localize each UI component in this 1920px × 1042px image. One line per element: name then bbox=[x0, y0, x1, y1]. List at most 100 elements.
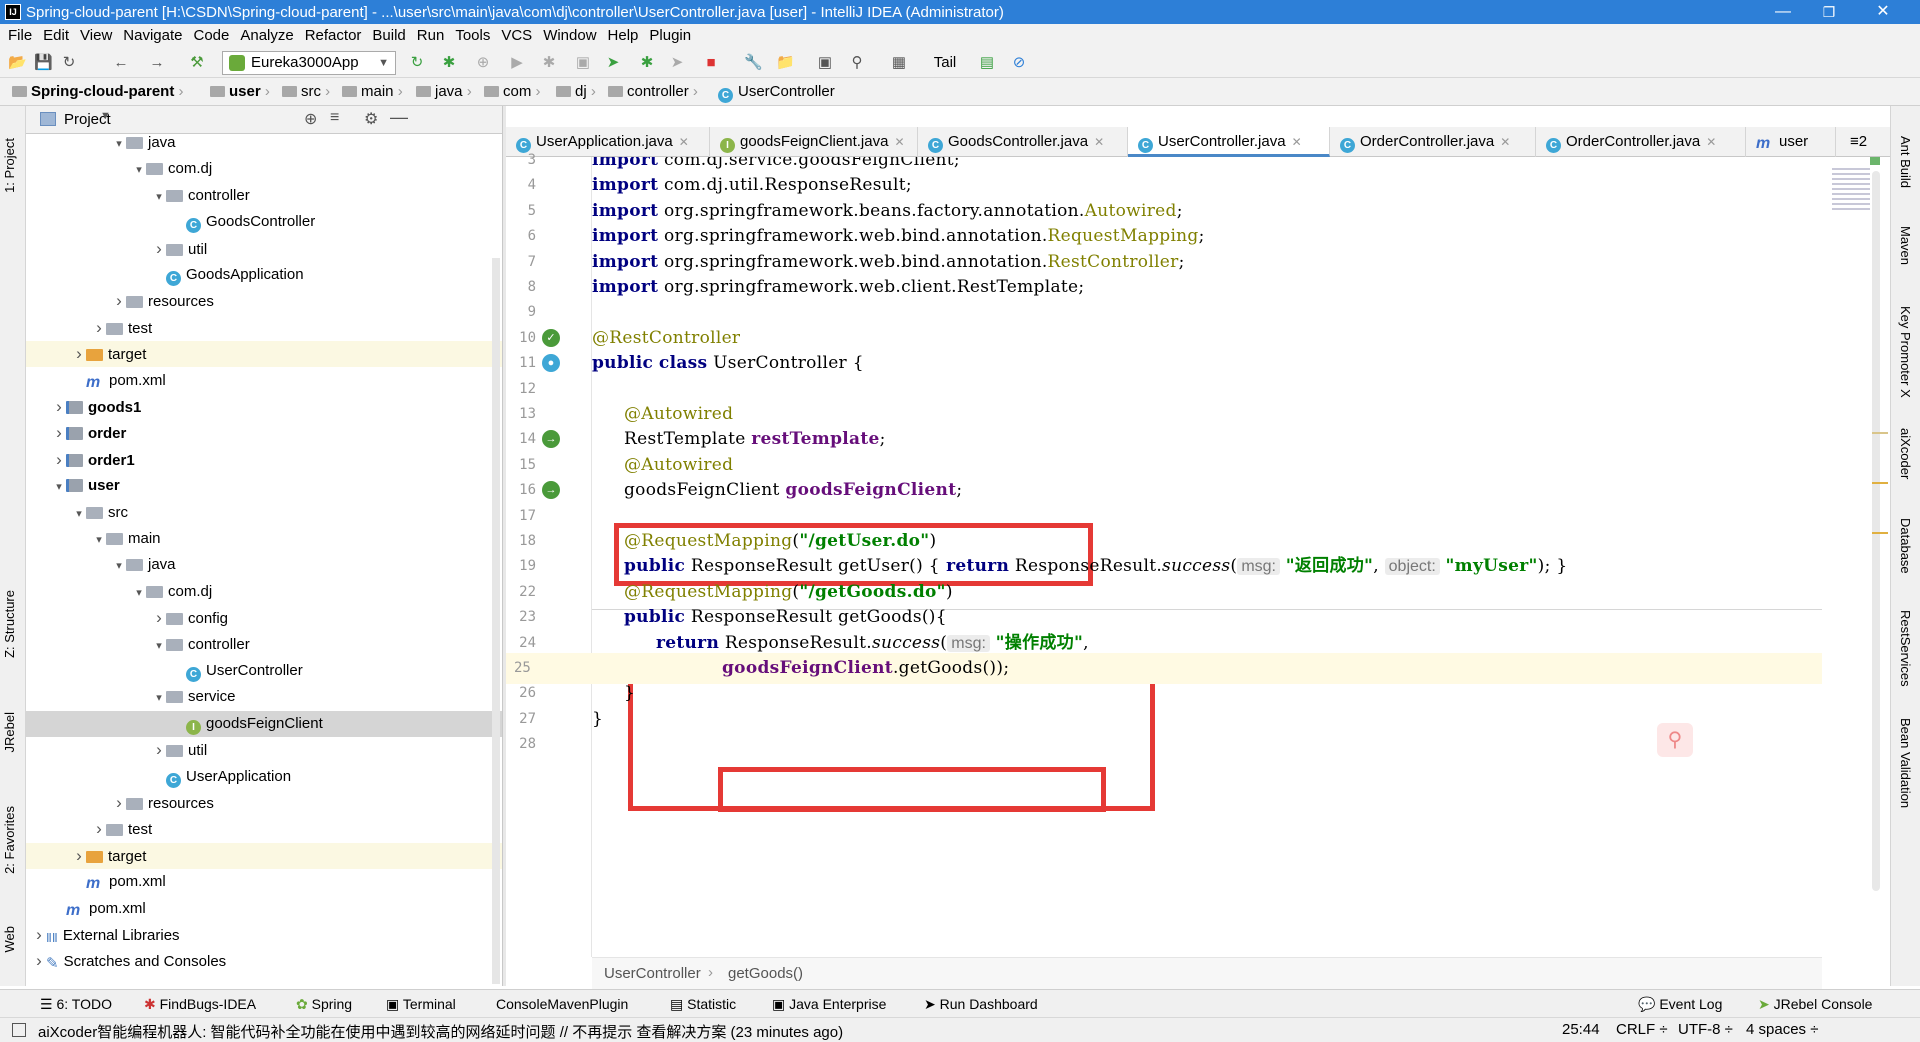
tree-node-target[interactable]: › target bbox=[26, 842, 502, 869]
tree-node-pom-xml[interactable]: m pom.xml bbox=[26, 869, 502, 895]
bean-implemented-icon[interactable]: ✓ bbox=[542, 328, 560, 347]
chevron-right-icon[interactable]: › bbox=[72, 843, 86, 869]
key-promoter-tool-tab[interactable]: Key Promoter X bbox=[1898, 306, 1913, 398]
menu-code[interactable]: Code bbox=[193, 24, 229, 48]
crumb-java[interactable]: java › bbox=[416, 83, 472, 100]
tree-node-userapplication[interactable]: C UserApplication bbox=[26, 764, 502, 790]
locate-target-icon[interactable]: ⊕ bbox=[304, 109, 317, 129]
tree-node-scratches-and-consoles[interactable]: › ✎ Scratches and Consoles bbox=[26, 948, 502, 974]
menu-file[interactable]: File bbox=[8, 24, 32, 48]
jrebel-run-icon[interactable]: ➤ bbox=[604, 54, 622, 72]
close-tab-icon[interactable]: ✕ bbox=[1706, 135, 1716, 149]
favorites-tool-tab[interactable]: 2: Favorites bbox=[2, 806, 17, 874]
back-arrow-icon[interactable]: ← bbox=[112, 54, 130, 72]
menu-window[interactable]: Window bbox=[543, 24, 596, 48]
maven-tool-tab[interactable]: Maven bbox=[1898, 226, 1913, 265]
tree-node-util[interactable]: › util bbox=[26, 737, 502, 763]
terminal-tool-button[interactable]: ▣ Terminal bbox=[386, 996, 456, 1013]
chevron-right-icon[interactable]: › bbox=[152, 737, 166, 763]
save-all-icon[interactable]: 💾 bbox=[34, 54, 53, 72]
close-tab-icon[interactable]: ✕ bbox=[894, 135, 904, 149]
ant-build-tool-tab[interactable]: Ant Build bbox=[1898, 136, 1913, 188]
forward-arrow-icon[interactable]: → bbox=[148, 54, 166, 72]
tree-node-goodsfeignclient[interactable]: IgoodsFeignClient bbox=[26, 710, 502, 737]
chevron-down-icon[interactable]: ▾ bbox=[152, 685, 166, 711]
chevron-right-icon[interactable]: › bbox=[152, 605, 166, 631]
tree-node-util[interactable]: › util bbox=[26, 236, 502, 262]
attach-icon[interactable]: ⊕ bbox=[474, 54, 492, 72]
editor-crumb-method[interactable]: getGoods() bbox=[728, 965, 803, 982]
tab-goodscontroller-java[interactable]: C GoodsController.java ✕ bbox=[918, 127, 1128, 157]
bean-class-icon[interactable]: ● bbox=[542, 354, 560, 373]
chevron-right-icon[interactable]: › bbox=[52, 420, 66, 446]
vertical-scrollbar[interactable] bbox=[1872, 171, 1880, 891]
findbugs-tool-button[interactable]: ✱ FindBugs-IDEA bbox=[144, 996, 256, 1013]
chevron-right-icon[interactable]: › bbox=[72, 341, 86, 367]
chevron-right-icon[interactable]: › bbox=[32, 948, 46, 974]
todo-tool-button[interactable]: ☰ 6: TODO bbox=[40, 996, 112, 1013]
chevron-right-icon[interactable]: › bbox=[52, 394, 66, 420]
chevron-down-icon[interactable]: ▾ bbox=[132, 580, 146, 606]
stop-icon[interactable]: ■ bbox=[702, 54, 720, 72]
tree-node-target[interactable]: › target bbox=[26, 341, 502, 368]
debug-bug-icon[interactable]: ✱ bbox=[440, 54, 458, 72]
database-tool-tab[interactable]: Database bbox=[1898, 518, 1913, 574]
tree-node-java[interactable]: ▾ java bbox=[26, 134, 502, 156]
status-message[interactable]: aiXcoder智能编程机器人: 智能代码补全功能在使用中遇到较高的网络延时问题… bbox=[38, 1021, 843, 1042]
tree-node-controller[interactable]: ▾ controller bbox=[26, 183, 502, 209]
bean-validation-tool-tab[interactable]: Bean Validation bbox=[1898, 718, 1913, 808]
sync-icon[interactable]: ↻ bbox=[60, 54, 78, 72]
project-structure-icon[interactable]: 📁 bbox=[776, 54, 795, 72]
vcs-icon[interactable]: ▦ bbox=[890, 54, 908, 72]
tree-node-test[interactable]: › test bbox=[26, 816, 502, 842]
close-tab-icon[interactable]: ✕ bbox=[679, 135, 689, 149]
hide-panel-icon[interactable]: — bbox=[390, 107, 408, 128]
run-configuration-select[interactable]: Eureka3000App ▼ bbox=[222, 51, 396, 75]
editor-crumb-class[interactable]: UserController bbox=[604, 965, 701, 982]
consolemaven-tool-button[interactable]: ConsoleMavenPlugin bbox=[496, 996, 628, 1012]
tree-node-usercontroller[interactable]: C UserController bbox=[26, 658, 502, 684]
close-tab-icon[interactable]: ✕ bbox=[1500, 135, 1510, 149]
tree-node-resources[interactable]: › resources bbox=[26, 288, 502, 314]
chevron-right-icon[interactable]: › bbox=[92, 315, 106, 341]
structure-tool-tab[interactable]: Z: Structure bbox=[2, 590, 17, 658]
encoding-select[interactable]: UTF-8 ÷ bbox=[1678, 1021, 1733, 1038]
tree-node-com-dj[interactable]: ▾ com.dj bbox=[26, 579, 502, 605]
tree-node-java[interactable]: ▾ java bbox=[26, 552, 502, 578]
chevron-right-icon[interactable]: › bbox=[32, 922, 46, 948]
close-button[interactable]: ✕ bbox=[1860, 0, 1906, 24]
chevron-right-icon[interactable]: › bbox=[112, 790, 126, 816]
menu-help[interactable]: Help bbox=[608, 24, 639, 48]
aixcoder-tool-tab[interactable]: aiXcoder bbox=[1898, 428, 1913, 479]
code-line-7[interactable]: import org.springframework.web.bind.anno… bbox=[592, 247, 1822, 278]
tree-node-goods1[interactable]: › goods1 bbox=[26, 394, 502, 420]
tree-node-src[interactable]: ▾ src bbox=[26, 500, 502, 526]
crumb-main[interactable]: main › bbox=[342, 83, 403, 100]
tree-node-service[interactable]: ▾ service bbox=[26, 684, 502, 710]
tab-overflow-menu[interactable]: ≡2 bbox=[1840, 127, 1880, 157]
chevron-down-icon[interactable]: ▾ bbox=[152, 184, 166, 210]
tab-usercontroller-java[interactable]: C UserController.java ✕ bbox=[1128, 127, 1330, 157]
tree-node-controller[interactable]: ▾ controller bbox=[26, 632, 502, 658]
autowired-bean-icon[interactable]: → bbox=[542, 481, 560, 500]
tree-node-goodsapplication[interactable]: C GoodsApplication bbox=[26, 262, 502, 288]
code-line-11[interactable]: public class UserController { bbox=[592, 348, 1822, 379]
search-icon[interactable]: ⚲ bbox=[848, 54, 866, 72]
tree-scrollbar[interactable] bbox=[492, 258, 500, 984]
debug-icon[interactable]: ✱ bbox=[540, 54, 558, 72]
rerun-icon[interactable]: ↻ bbox=[408, 54, 426, 72]
jrebel-console-tool-button[interactable]: ➤ JRebel Console bbox=[1758, 996, 1872, 1013]
java-enterprise-tool-button[interactable]: ▣ Java Enterprise bbox=[772, 996, 886, 1013]
menu-vcs[interactable]: VCS bbox=[501, 24, 532, 48]
collapse-all-icon[interactable]: ≡ bbox=[330, 109, 339, 127]
tree-node-pom-xml[interactable]: m pom.xml bbox=[26, 896, 502, 922]
crumb-com[interactable]: com › bbox=[484, 83, 541, 100]
code-line-16[interactable]: goodsFeignClient goodsFeignClient; bbox=[592, 475, 1822, 506]
crumb-class[interactable]: C UserController bbox=[718, 83, 835, 103]
chevron-right-icon[interactable]: › bbox=[152, 236, 166, 262]
tree-node-test[interactable]: › test bbox=[26, 315, 502, 341]
line-separator-select[interactable]: CRLF ÷ bbox=[1616, 1021, 1668, 1038]
menu-edit[interactable]: Edit bbox=[43, 24, 69, 48]
tree-node-order1[interactable]: › order1 bbox=[26, 447, 502, 473]
terminal-window-icon[interactable]: ▣ bbox=[816, 54, 834, 72]
